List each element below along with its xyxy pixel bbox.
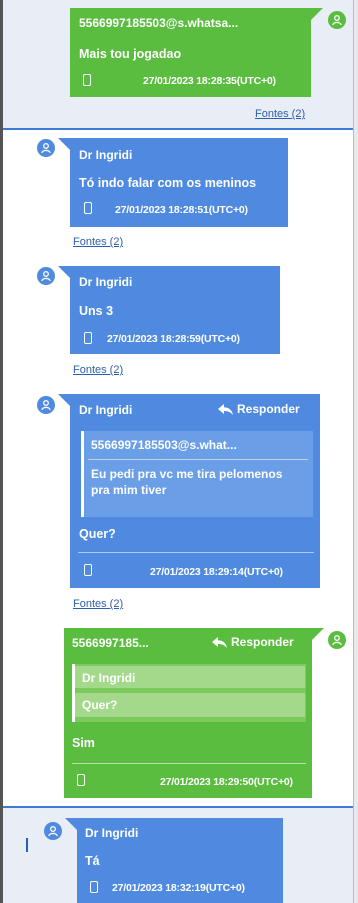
message-timestamp: 27/01/2023 18:32:19(UTC+0) xyxy=(112,882,245,894)
quoted-text: Quer? xyxy=(82,698,118,712)
user-avatar-icon xyxy=(328,11,346,29)
message-bubble-incoming[interactable]: Dr Ingridi Responder 5566997185503@s.wha… xyxy=(58,394,320,588)
message-bubble-incoming[interactable]: Dr Ingridi Uns 3 27/01/2023 18:28:59(UTC… xyxy=(58,266,280,354)
message-timestamp: 27/01/2023 18:29:14(UTC+0) xyxy=(150,566,283,578)
sender-name: Dr Ingridi xyxy=(79,275,133,289)
bubble-tail xyxy=(58,266,70,278)
selection-marker xyxy=(26,838,28,852)
user-avatar-icon xyxy=(44,822,62,840)
quoted-message[interactable]: 5566997185503@s.what... Eu pedi pra vc m… xyxy=(81,431,313,517)
message-text: Quer? xyxy=(79,527,116,541)
sender-name: Dr Ingridi xyxy=(79,148,133,162)
quoted-sender: 5566997185503@s.what... xyxy=(91,438,237,452)
sources-link[interactable]: Fontes (2) xyxy=(73,236,123,248)
sender-name: 5566997185503@s.whatsa... xyxy=(79,16,239,30)
bubble-tail xyxy=(311,8,323,20)
sources-link[interactable]: Fontes (2) xyxy=(73,598,123,610)
quote-divider xyxy=(88,459,308,460)
message-timestamp: 27/01/2023 18:28:51(UTC+0) xyxy=(115,204,248,216)
reply-button[interactable]: Responder xyxy=(218,402,300,416)
message-bubble-incoming[interactable]: Dr Ingridi Tá 27/01/2023 18:32:19(UTC+0) xyxy=(65,818,283,903)
left-border xyxy=(0,0,3,903)
phone-icon xyxy=(83,74,91,86)
user-avatar-icon xyxy=(37,139,55,157)
sources-link[interactable]: Fontes (2) xyxy=(255,108,305,120)
phone-icon xyxy=(77,774,85,786)
message-text: Tó indo falar com os meninos xyxy=(79,176,257,190)
reply-label: Responder xyxy=(237,402,300,416)
reply-label: Responder xyxy=(231,635,294,649)
user-avatar-icon xyxy=(328,631,346,649)
bubble-tail xyxy=(312,628,324,640)
row-separator xyxy=(3,128,353,130)
footer-divider xyxy=(72,763,306,764)
quoted-message[interactable]: Dr Ingridi Quer? xyxy=(72,664,306,722)
reply-arrow-icon xyxy=(212,636,227,648)
message-text: Uns 3 xyxy=(79,304,114,318)
sources-link[interactable]: Fontes (2) xyxy=(73,364,123,376)
message-timestamp: 27/01/2023 18:29:50(UTC+0) xyxy=(160,776,293,788)
vertical-scrollbar[interactable] xyxy=(353,0,358,903)
footer-divider xyxy=(78,552,314,553)
message-bubble-outgoing[interactable]: 5566997185503@s.whatsa... Mais tou jogad… xyxy=(70,8,323,97)
bubble-tail xyxy=(65,818,77,830)
message-timestamp: 27/01/2023 18:28:35(UTC+0) xyxy=(143,75,276,87)
message-timestamp: 27/01/2023 18:28:59(UTC+0) xyxy=(107,333,240,345)
message-text: Mais tou jogadao xyxy=(79,47,182,61)
sender-name: Dr Ingridi xyxy=(85,826,139,840)
phone-icon xyxy=(84,202,92,214)
bubble-tail xyxy=(58,138,70,150)
reply-button[interactable]: Responder xyxy=(212,635,294,649)
sender-name: Dr Ingridi xyxy=(79,403,133,417)
reply-arrow-icon xyxy=(218,403,233,415)
sender-name: 5566997185... xyxy=(72,636,149,650)
bubble-tail xyxy=(58,394,70,406)
quoted-text: Eu pedi pra vc me tira pelomenos pra mim… xyxy=(91,467,283,497)
user-avatar-icon xyxy=(37,396,55,414)
message-text: Tá xyxy=(85,854,100,868)
message-text: Sim xyxy=(72,736,95,750)
quoted-sender: Dr Ingridi xyxy=(82,671,136,685)
user-avatar-icon xyxy=(37,267,55,285)
phone-icon xyxy=(84,564,92,576)
message-bubble-outgoing[interactable]: 5566997185... Responder Dr Ingridi Quer?… xyxy=(64,628,324,798)
phone-icon xyxy=(84,332,92,344)
phone-icon xyxy=(90,881,98,893)
message-bubble-incoming[interactable]: Dr Ingridi Tó indo falar com os meninos … xyxy=(58,138,288,227)
